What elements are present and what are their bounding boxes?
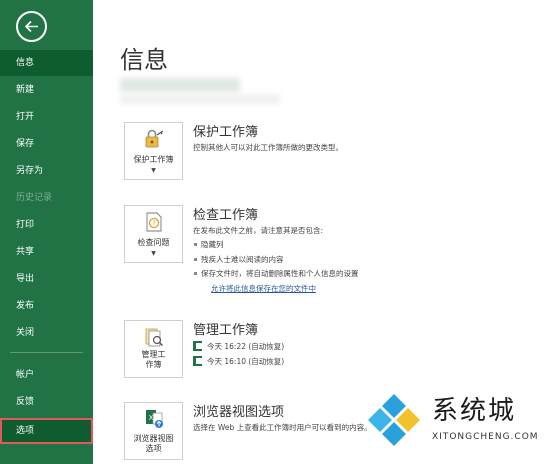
watermark-logo-icon: [366, 392, 422, 448]
check-issues-button[interactable]: ? 检查问题 ▼: [124, 205, 183, 263]
manage-button-label: 作簿: [145, 360, 162, 369]
version-label: 今天 16:10 (自动恢复): [207, 357, 285, 366]
nav-new[interactable]: 新建: [0, 77, 93, 103]
browser-button-label: 浏览器视图: [133, 434, 174, 443]
protect-workbook-button[interactable]: 保护工作簿 ▼: [124, 122, 183, 180]
nav-close[interactable]: 关闭: [0, 320, 93, 346]
blurred-file-path-secondary: [120, 94, 280, 104]
nav-feedback[interactable]: 反馈: [0, 389, 93, 415]
chevron-down-icon: ▼: [151, 250, 156, 257]
lock-key-icon: [145, 129, 164, 148]
inspect-bullet: 隐藏列: [194, 240, 224, 249]
protect-button-label: 保护工作簿: [133, 155, 174, 164]
nav-divider: [10, 352, 83, 353]
protect-title: 保护工作簿: [193, 125, 259, 140]
protect-desc: 控制其他人可以对此工作簿所做的更改类型。: [193, 143, 343, 152]
version-item[interactable]: 今天 16:10 (自动恢复): [193, 356, 284, 367]
browser-view-icon: X: [146, 410, 163, 428]
back-arrow-icon: [24, 20, 38, 33]
inspect-desc: 在发布此文件之前，请注意其是否包含:: [193, 226, 324, 235]
excel-file-icon: [193, 356, 202, 366]
nav-export[interactable]: 导出: [0, 266, 93, 292]
nav-info[interactable]: 信息: [0, 50, 93, 76]
nav-options[interactable]: 选项: [0, 418, 93, 444]
svg-text:?: ?: [152, 220, 156, 228]
inspect-bullet: 残疾人士难以阅读的内容: [194, 255, 284, 264]
check-issues-label: 检查问题: [137, 238, 170, 247]
excel-file-icon: [193, 341, 202, 351]
chevron-down-icon: ▼: [151, 167, 156, 174]
inspect-document-icon: ?: [146, 212, 162, 232]
page-title: 信息: [120, 46, 168, 74]
manage-title: 管理工作簿: [193, 323, 259, 338]
nav-share[interactable]: 共享: [0, 239, 93, 265]
browser-desc: 选择在 Web 上查看此工作簿时用户可以看到的内容。: [193, 423, 372, 432]
nav-account[interactable]: 帐户: [0, 362, 93, 388]
browser-button-label: 选项: [145, 444, 162, 453]
manage-button-label: 管理工: [141, 350, 166, 359]
inspect-bullet: 保存文件时，将自动删除属性和个人信息的设置: [194, 269, 359, 278]
watermark-text: 系统城: [432, 396, 517, 426]
version-label: 今天 16:22 (自动恢复): [207, 342, 285, 351]
manage-workbook-icon: [145, 328, 163, 347]
backstage-sidebar: 信息 新建 打开 保存 另存为 历史记录 打印 共享 导出 发布 关闭 帐户 反…: [0, 0, 93, 464]
allow-save-info-link[interactable]: 允许将此信息保存在您的文件中: [211, 283, 316, 294]
version-item[interactable]: 今天 16:22 (自动恢复): [193, 341, 284, 352]
watermark: 系统城 XITONGCHENG.COM: [360, 388, 550, 458]
nav-save[interactable]: 保存: [0, 131, 93, 157]
nav-print[interactable]: 打印: [0, 212, 93, 238]
inspect-title: 检查工作簿: [193, 208, 259, 223]
nav-history: 历史记录: [16, 193, 53, 203]
nav-publish[interactable]: 发布: [0, 293, 93, 319]
nav-save-as[interactable]: 另存为: [0, 158, 93, 184]
manage-workbook-button[interactable]: 管理工 作簿: [124, 320, 183, 378]
back-button[interactable]: [16, 11, 47, 42]
browser-title: 浏览器视图选项: [193, 405, 285, 420]
nav-open[interactable]: 打开: [0, 104, 93, 130]
watermark-subtext: XITONGCHENG.COM: [432, 432, 539, 442]
blurred-file-path: [120, 78, 240, 92]
browser-view-options-button[interactable]: X 浏览器视图 选项: [124, 402, 183, 460]
